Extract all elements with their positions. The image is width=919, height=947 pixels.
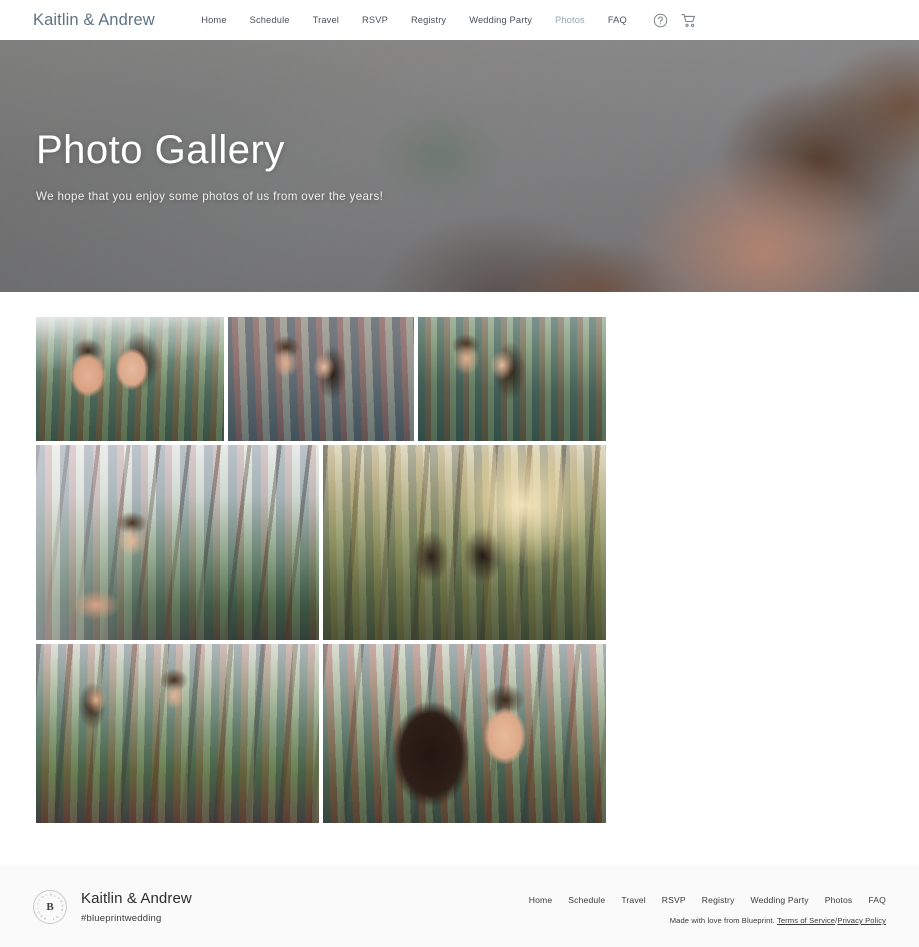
seal-ring-text: BLUEPRINT REGISTRY <box>36 893 64 921</box>
seal-ring-char: S <box>36 902 40 906</box>
header-icon-group <box>652 12 697 29</box>
seal-ring-char: I <box>58 912 62 915</box>
seal-ring-char: P <box>60 904 64 907</box>
nav-link-photos[interactable]: Photos <box>544 15 597 25</box>
page-title: Photo Gallery <box>36 128 285 173</box>
brand-title[interactable]: Kaitlin & Andrew <box>33 11 155 30</box>
gallery-photo[interactable] <box>418 317 606 441</box>
terms-of-service-link[interactable]: Terms of Service <box>777 916 835 925</box>
nav-link-registry[interactable]: Registry <box>399 15 457 25</box>
photo-image <box>418 317 606 441</box>
site-header: Kaitlin & Andrew Home Schedule Travel RSVP R… <box>0 0 919 40</box>
blueprint-seal-logo: BLUEPRINT REGISTRY B <box>33 890 67 924</box>
seal-ring-char: U <box>56 896 61 901</box>
footer-links-area: Home Schedule Travel RSVP Registry Wedding Pa… <box>521 890 886 925</box>
footer-link-travel[interactable]: Travel <box>613 895 653 905</box>
gallery-row-3 <box>36 644 919 823</box>
photo-image <box>323 644 606 823</box>
seal-ring-char: I <box>36 908 40 910</box>
photo-image <box>36 644 319 823</box>
footer-link-home[interactable]: Home <box>521 895 561 905</box>
footer-hashtag: #blueprintwedding <box>81 912 162 924</box>
gallery-photo[interactable] <box>323 445 606 640</box>
photo-gallery <box>0 292 919 823</box>
photo-image <box>323 445 606 640</box>
photo-image <box>228 317 414 441</box>
footer-credit: Made with love from Blueprint. Terms of … <box>521 916 886 925</box>
seal-ring-char: E <box>59 900 63 904</box>
gallery-photo[interactable] <box>36 445 319 640</box>
nav-link-schedule[interactable]: Schedule <box>238 15 301 25</box>
gallery-photo[interactable] <box>323 644 606 823</box>
nav-link-rsvp[interactable]: RSVP <box>351 15 400 25</box>
seal-ring-char: R <box>60 908 64 912</box>
seal-ring-char: T <box>38 898 42 902</box>
gallery-photo[interactable] <box>228 317 414 441</box>
seal-ring-char: N <box>55 915 59 919</box>
footer-link-photos[interactable]: Photos <box>817 895 861 905</box>
footer-navigation: Home Schedule Travel RSVP Registry Wedding Pa… <box>521 895 886 905</box>
seal-ring-char: R <box>43 916 47 920</box>
seal-ring-char: T <box>52 916 55 921</box>
page-subtitle: We hope that you enjoy some photos of us… <box>36 189 384 203</box>
site-footer: BLUEPRINT REGISTRY B Kaitlin & Andrew #b… <box>0 866 919 947</box>
help-circle-icon[interactable] <box>652 12 669 29</box>
seal-ring-char: L <box>53 894 56 898</box>
privacy-policy-link[interactable]: Privacy Policy <box>837 916 886 925</box>
footer-link-wedding-party[interactable]: Wedding Party <box>743 895 817 905</box>
nav-link-wedding-party[interactable]: Wedding Party <box>458 15 544 25</box>
primary-navigation: Home Schedule Travel RSVP Registry Wedding Pa… <box>190 15 639 25</box>
nav-link-travel[interactable]: Travel <box>301 15 350 25</box>
footer-link-faq[interactable]: FAQ <box>860 895 886 905</box>
seal-ring-char: E <box>39 913 44 918</box>
nav-link-faq[interactable]: FAQ <box>596 15 638 25</box>
gallery-photo[interactable] <box>36 317 224 441</box>
shopping-cart-icon[interactable] <box>680 12 697 29</box>
seal-ring-char: B <box>50 893 52 897</box>
gallery-row-1 <box>36 317 919 441</box>
credit-text: Made with love from Blueprint. <box>669 916 775 925</box>
hero-banner: Photo Gallery We hope that you enjoy som… <box>0 40 919 292</box>
gallery-photo[interactable] <box>36 644 319 823</box>
footer-identity: BLUEPRINT REGISTRY B Kaitlin & Andrew #b… <box>33 890 192 924</box>
gallery-row-2 <box>36 445 919 640</box>
hero-content: Photo Gallery We hope that you enjoy som… <box>36 40 383 292</box>
seal-ring-char: Y <box>45 893 49 898</box>
photo-image <box>36 445 319 640</box>
footer-link-schedule[interactable]: Schedule <box>560 895 613 905</box>
footer-link-registry[interactable]: Registry <box>694 895 743 905</box>
footer-text-block: Kaitlin & Andrew #blueprintwedding <box>81 890 192 924</box>
nav-link-home[interactable]: Home <box>190 15 238 25</box>
seal-ring-char: R <box>41 895 45 899</box>
photo-image <box>36 317 224 441</box>
footer-link-rsvp[interactable]: RSVP <box>654 895 694 905</box>
footer-couple-names: Kaitlin & Andrew <box>81 890 192 908</box>
